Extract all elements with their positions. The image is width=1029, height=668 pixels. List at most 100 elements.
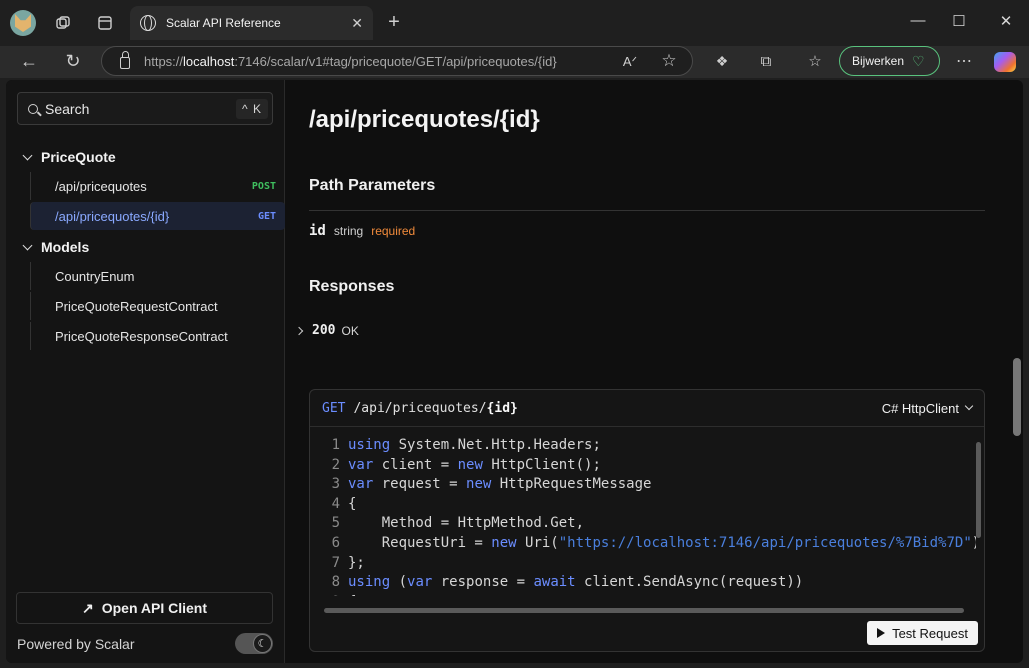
copilot-icon[interactable] [994, 52, 1016, 72]
favorite-star-icon[interactable]: ☆ [659, 51, 679, 71]
tab-title: Scalar API Reference [166, 16, 281, 30]
code-token: "https://localhost:7146/api/pricequotes/… [558, 535, 972, 551]
code-line: 1 using System.Net.Http.Headers; [310, 437, 601, 456]
line-number: 5 [331, 515, 340, 532]
code-token: new [491, 535, 517, 551]
arrow-up-right-icon: ↗ [81, 599, 94, 616]
nav-item-label: /api/pricequotes [55, 178, 147, 194]
response-code: 200 [312, 323, 336, 338]
browser-toolbar: ← ↻ https://localhost:7146/scalar/v1#tag… [0, 46, 1029, 78]
code-card-header: GET /api/pricequotes/{id} C# HttpClient [310, 390, 984, 427]
maximize-icon[interactable]: ☐ [949, 12, 969, 30]
code-block[interactable]: 1 using System.Net.Http.Headers; 2 var clie… [310, 428, 976, 596]
tab-actions-icon[interactable] [96, 14, 114, 32]
address-bar[interactable]: https://localhost:7146/scalar/v1#tag/pri… [101, 46, 693, 76]
code-token: System.Net.Http.Headers; [390, 437, 601, 453]
sidebar-group-pricequote[interactable]: PriceQuote [22, 149, 116, 165]
param-name: id [309, 223, 326, 239]
refresh-icon[interactable]: ↻ [62, 50, 84, 72]
code-line: 6 RequestUri = new Uri("https://localhos… [310, 535, 976, 554]
code-token: request = [373, 476, 467, 493]
sidebar-item-post-pricequotes[interactable]: /api/pricequotes POST [30, 172, 285, 200]
code-vertical-scrollbar[interactable] [976, 434, 982, 594]
favorites-icon[interactable]: ☆ [805, 51, 825, 71]
line-number: 3 [331, 476, 340, 493]
sidebar-group-models[interactable]: Models [22, 239, 89, 255]
language-select[interactable]: C# HttpClient [881, 400, 974, 416]
moon-icon: ☾ [253, 634, 272, 653]
param-required: required [371, 224, 416, 238]
close-tab-icon[interactable]: ✕ [351, 15, 363, 32]
powered-by-text[interactable]: Powered by Scalar [17, 636, 135, 652]
chevron-down-icon [964, 401, 974, 411]
chevron-right-icon [294, 326, 304, 335]
heart-status-icon: ♡ [912, 52, 925, 69]
code-token: }; [348, 554, 365, 571]
play-icon [877, 628, 886, 638]
code-token: using [348, 437, 391, 453]
close-window-icon[interactable]: ✕ [996, 12, 1016, 30]
code-example-card: GET /api/pricequotes/{id} C# HttpClient … [309, 389, 985, 652]
nav-item-label: /api/pricequotes/{id} [55, 208, 170, 224]
method-badge: POST [251, 180, 276, 192]
code-line: 5 Method = HttpMethod.Get, [310, 515, 584, 534]
responses-heading: Responses [309, 278, 395, 295]
line-number: 7 [331, 554, 340, 571]
line-number: 1 [331, 437, 340, 453]
nav-item-label: PriceQuoteResponseContract [55, 328, 228, 344]
open-api-client-button[interactable]: ↗ Open API Client [16, 592, 273, 624]
code-token: HttpRequestMessage [491, 476, 652, 493]
search-input[interactable]: Search ^ K [17, 92, 273, 125]
language-label: C# HttpClient [881, 400, 959, 416]
line-number: 4 [331, 495, 340, 512]
code-token: { [348, 495, 357, 512]
update-browser-button[interactable]: Bijwerken ♡ [839, 46, 940, 76]
profile-avatar[interactable] [10, 10, 36, 36]
code-token: Method = HttpMethod.Get, [348, 515, 585, 532]
page-viewport: Search ^ K PriceQuote /api/pricequotes P… [6, 80, 1023, 663]
code-token: var [348, 476, 374, 493]
minimize-icon[interactable]: — [908, 12, 928, 29]
lock-icon [120, 51, 130, 69]
code-token: Uri( [516, 535, 559, 551]
sidebar-item-pricequoteresponsecontract[interactable]: PriceQuoteResponseContract [30, 322, 285, 350]
code-token: await [533, 574, 576, 591]
page-scrollbar[interactable] [1013, 358, 1021, 436]
code-horizontal-scrollbar[interactable] [324, 608, 964, 613]
dark-mode-toggle[interactable]: ☾ [235, 633, 273, 654]
code-line: 7}; [310, 555, 365, 574]
param-type: string [333, 224, 364, 238]
response-200-toggle[interactable]: 200 OK [294, 323, 359, 338]
code-line: 8 using (var response = await client.Send… [310, 574, 804, 593]
extensions-icon[interactable]: ⧉ [756, 51, 776, 71]
line-number: 6 [331, 535, 340, 551]
extensions-puzzle-icon[interactable]: ❖ [712, 51, 732, 71]
more-menu-icon[interactable]: ⋯ [954, 51, 974, 71]
chevron-down-icon [22, 240, 33, 250]
method-badge: GET [257, 210, 276, 222]
read-aloud-icon[interactable]: Aᐟ [620, 52, 640, 72]
code-token: client = [373, 456, 458, 473]
new-tab-icon[interactable]: + [384, 11, 404, 33]
browser-tabbar: Scalar API Reference ✕ + — ☐ ✕ [0, 0, 1029, 46]
search-shortcut: ^ K [236, 98, 268, 119]
main-content: /api/pricequotes/{id} Path Parameters id… [286, 80, 1016, 663]
url-text: https://localhost:7146/scalar/v1#tag/pri… [144, 53, 557, 69]
code-line: 4{ [310, 495, 357, 515]
test-request-button[interactable]: Test Request [867, 621, 978, 645]
back-icon[interactable]: ← [18, 50, 40, 72]
globe-icon [140, 15, 156, 31]
chevron-down-icon [22, 150, 33, 160]
code-token: { [348, 594, 356, 596]
sidebar-item-get-pricequote-by-id[interactable]: /api/pricequotes/{id} GET [30, 202, 285, 230]
sidebar-item-pricequoterequestcontract[interactable]: PriceQuoteRequestContract [30, 292, 285, 320]
line-number: 9 [310, 594, 340, 596]
active-tab[interactable]: Scalar API Reference ✕ [130, 6, 373, 40]
line-number: 8 [331, 574, 340, 591]
workspaces-icon[interactable] [54, 14, 72, 32]
code-line: 9{ [310, 594, 357, 596]
code-token: ( [390, 574, 408, 591]
method-label: GET [322, 400, 346, 416]
sidebar-item-countryenum[interactable]: CountryEnum [30, 262, 285, 290]
divider [309, 210, 985, 211]
